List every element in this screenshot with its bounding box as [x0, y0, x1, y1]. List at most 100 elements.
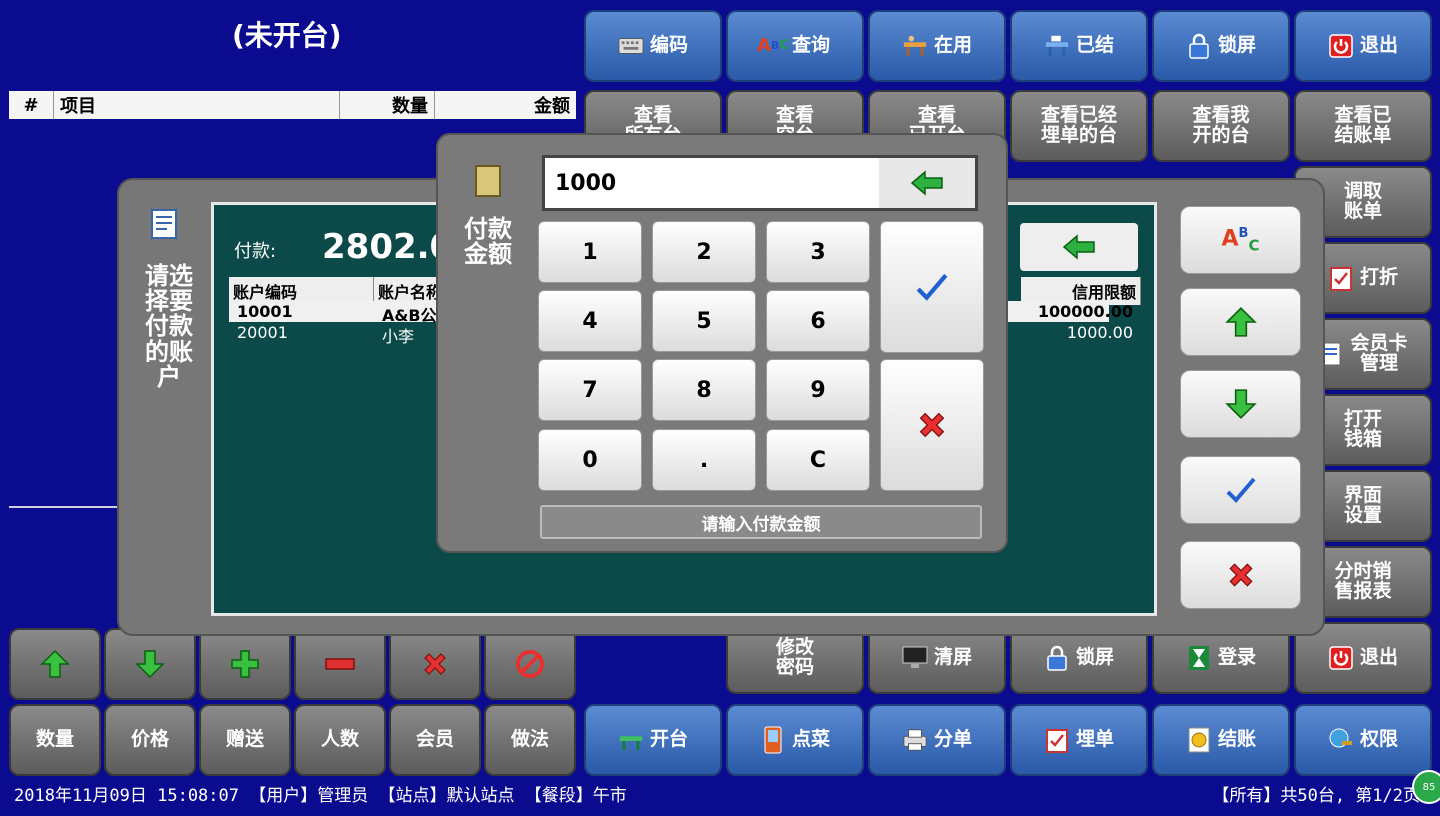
order-dishes-button[interactable]: 点菜	[726, 704, 864, 776]
minus-qty-button[interactable]	[294, 628, 386, 700]
arrow-up-icon	[40, 649, 70, 679]
clipboard-check-icon	[1044, 727, 1070, 753]
arrow-left-icon	[1062, 234, 1096, 260]
account-cancel-button[interactable]	[1180, 541, 1301, 609]
account-dialog-title: 请选择要付款的账户	[145, 262, 193, 391]
keyboard-icon	[618, 33, 644, 59]
keypad-backspace-button[interactable]	[879, 158, 975, 208]
account-up-button[interactable]	[1180, 288, 1301, 356]
arrow-left-icon	[910, 170, 944, 196]
account-icon	[149, 208, 183, 242]
add-qty-button[interactable]	[199, 628, 291, 700]
keypad-cancel-button[interactable]	[880, 359, 984, 491]
printer-icon	[902, 727, 928, 753]
open-table-button[interactable]: 开台	[584, 704, 722, 776]
lock-icon	[1044, 645, 1070, 671]
payment-amount-field[interactable]: 1000	[542, 155, 978, 211]
price-button[interactable]: 价格	[104, 704, 196, 776]
key-9[interactable]: 9	[766, 359, 870, 421]
abc-search-icon: ABC	[757, 34, 789, 56]
col-amount: 金额	[534, 96, 570, 117]
move-up-button[interactable]	[9, 628, 101, 700]
abc-search-icon: ABC	[1221, 225, 1260, 255]
corner-badge[interactable]: 85	[1412, 770, 1440, 804]
key-4[interactable]: 4	[538, 290, 642, 352]
settled-button[interactable]: 已结	[1010, 10, 1148, 82]
account-backspace-button[interactable]	[1020, 223, 1138, 271]
status-left: 2018年11月09日 15:08:07 【用户】管理员 【站点】默认站点 【餐…	[14, 785, 627, 806]
member-button[interactable]: 会员	[389, 704, 481, 776]
guest-count-button[interactable]: 人数	[294, 704, 386, 776]
dining-icon	[618, 727, 644, 753]
view-my-tables-button[interactable]: 查看我 开的台	[1152, 90, 1290, 162]
status-bar: 2018年11月09日 15:08:07 【用户】管理员 【站点】默认站点 【餐…	[0, 778, 1440, 808]
table-done-icon	[1044, 33, 1070, 59]
view-billed-tables-button[interactable]: 查看已经 埋单的台	[1010, 90, 1148, 162]
plus-icon	[230, 649, 260, 679]
clipboard-check-icon	[1328, 265, 1354, 291]
key-6[interactable]: 6	[766, 290, 870, 352]
col-qty: 数量	[340, 91, 435, 119]
hourglass-icon	[1186, 645, 1212, 671]
order-table-header: # 项目 数量 金额	[9, 91, 576, 119]
delete-item-button[interactable]	[389, 628, 481, 700]
check-icon	[1225, 476, 1257, 504]
split-bill-button[interactable]: 分单	[868, 704, 1006, 776]
account-confirm-button[interactable]	[1180, 456, 1301, 524]
minus-icon	[325, 658, 355, 670]
close-icon	[1225, 559, 1257, 591]
pay-label: 付款:	[234, 241, 277, 262]
key-1[interactable]: 1	[538, 221, 642, 283]
key-decimal[interactable]: .	[652, 429, 756, 491]
payment-keypad-dialog: 付款金额 1000 1 2 3 4 5 6 7 8 9 0 . C 请输入付款金…	[436, 133, 1008, 553]
key-5[interactable]: 5	[652, 290, 756, 352]
quantity-button[interactable]: 数量	[9, 704, 101, 776]
keypad-hint: 请输入付款金额	[540, 505, 982, 539]
globe-key-icon	[1328, 727, 1354, 753]
key-0[interactable]: 0	[538, 429, 642, 491]
power-icon	[1328, 33, 1354, 59]
account-search-button[interactable]: ABC	[1180, 206, 1301, 274]
power-icon	[1328, 645, 1354, 671]
lock-screen-button[interactable]: 锁屏	[1152, 10, 1290, 82]
checkout-button[interactable]: 结账	[1152, 704, 1290, 776]
permissions-button[interactable]: 权限	[1294, 704, 1432, 776]
monitor-icon	[902, 645, 928, 671]
arrow-down-icon	[135, 649, 165, 679]
arrow-up-icon	[1224, 306, 1257, 338]
move-down-button[interactable]	[104, 628, 196, 700]
close-icon	[915, 408, 949, 442]
lock-icon	[1186, 33, 1212, 59]
cancel-order-button[interactable]	[484, 628, 576, 700]
cooking-method-button[interactable]: 做法	[484, 704, 576, 776]
view-settled-bills-button[interactable]: 查看已 结账单	[1294, 90, 1432, 162]
arrow-down-icon	[1224, 388, 1257, 420]
pre-bill-button[interactable]: 埋单	[1010, 704, 1148, 776]
search-button[interactable]: ABC 查询	[726, 10, 864, 82]
check-icon	[915, 272, 949, 302]
account-down-button[interactable]	[1180, 370, 1301, 438]
col-item: 项目	[54, 91, 340, 119]
col-account-code: 账户编码	[229, 277, 374, 302]
calculator-icon	[475, 165, 501, 197]
dining-icon	[902, 33, 928, 59]
key-2[interactable]: 2	[652, 221, 756, 283]
coin-icon	[1186, 727, 1212, 753]
col-index: #	[9, 91, 54, 119]
key-3[interactable]: 3	[766, 221, 870, 283]
keypad-confirm-button[interactable]	[880, 221, 984, 353]
prohibit-icon	[515, 649, 545, 679]
gift-button[interactable]: 赠送	[199, 704, 291, 776]
key-8[interactable]: 8	[652, 359, 756, 421]
table-status-title: (未开台)	[232, 19, 342, 52]
status-right: 【所有】共50台, 第1/2页	[1212, 785, 1420, 806]
close-icon	[420, 649, 450, 679]
payment-amount-value[interactable]: 1000	[545, 171, 879, 196]
phone-order-icon	[760, 726, 786, 754]
keypad-label: 付款金额	[464, 215, 512, 269]
exit-button[interactable]: 退出	[1294, 10, 1432, 82]
code-button[interactable]: 编码	[584, 10, 722, 82]
key-7[interactable]: 7	[538, 359, 642, 421]
in-use-button[interactable]: 在用	[868, 10, 1006, 82]
key-clear[interactable]: C	[766, 429, 870, 491]
